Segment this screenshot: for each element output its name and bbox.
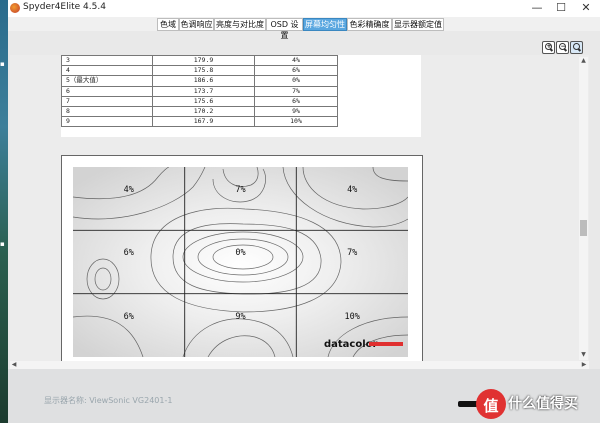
deviation-cell: 0%	[254, 75, 338, 87]
table-row: 5（最大值） 186.6 0%	[61, 75, 338, 87]
title-bar[interactable]: Spyder4Elite 4.5.4 — ☐ ✕	[8, 0, 600, 18]
tab-color-accuracy[interactable]: 色彩精确度	[347, 18, 392, 31]
vertical-scrollbar[interactable]: ▲ ▼	[579, 57, 588, 360]
app-window: Spyder4Elite 4.5.4 — ☐ ✕ 色域 色调响应 亮度与对比度 …	[8, 0, 600, 423]
table-row: 9 167.9 10%	[61, 116, 338, 128]
scroll-up-icon[interactable]: ▲	[579, 57, 588, 64]
report-viewer[interactable]: 3 179.9 4% 4 175.8 6% 5（最大值） 186.6 0% 6 173.7 7% 7 17…	[10, 55, 589, 361]
zoom-in-button[interactable]: +	[542, 41, 555, 54]
zone-6-value: 7%	[347, 248, 357, 258]
watermark-text: 什么值得买	[508, 396, 578, 412]
tab-screen-uniformity[interactable]: 屏幕均匀性	[303, 18, 347, 31]
table-row: 7 175.6 6%	[61, 95, 338, 107]
zone-number-cell: 4	[61, 65, 153, 77]
horizontal-scrollbar[interactable]: ◀ ▶	[10, 361, 589, 369]
scroll-thumb[interactable]	[580, 220, 587, 236]
scroll-down-icon[interactable]: ▼	[579, 351, 588, 358]
zoom-fit-button[interactable]	[570, 41, 583, 54]
monitor-name-label: 显示器名称: ViewSonic VG2401-1	[44, 396, 173, 405]
zone-number-cell: 5（最大值）	[61, 75, 153, 87]
zone-number-cell: 6	[61, 85, 153, 97]
deviation-cell: 6%	[254, 65, 338, 77]
luminance-cell: 179.9	[152, 55, 255, 67]
zone-number-cell: 8	[61, 105, 153, 118]
zone-number-cell: 3	[61, 55, 153, 67]
tab-gamut[interactable]: 色域	[157, 18, 179, 31]
luminance-cell: 175.8	[152, 65, 255, 77]
tab-monitor-rating[interactable]: 显示器额定值	[392, 18, 444, 31]
desktop-icon[interactable]: ▪	[0, 60, 8, 68]
tab-tone-response[interactable]: 色调响应	[179, 18, 214, 31]
zone-5-value: 0%	[235, 248, 245, 258]
zone-number-cell: 7	[61, 95, 153, 107]
scroll-right-icon[interactable]: ▶	[580, 361, 588, 368]
minimize-button[interactable]: —	[525, 0, 549, 17]
datacolor-logo-bar	[369, 342, 403, 346]
zone-1-value: 4%	[124, 185, 134, 195]
report-page: 3 179.9 4% 4 175.8 6% 5（最大值） 186.6 0% 6 173.7 7% 7 17…	[61, 55, 421, 137]
close-button[interactable]: ✕	[574, 0, 598, 17]
luminance-cell: 170.2	[152, 105, 255, 118]
watermark-logo: 值	[476, 389, 506, 419]
deviation-cell: 9%	[254, 105, 338, 118]
deviation-cell: 6%	[254, 95, 338, 107]
scroll-left-icon[interactable]: ◀	[10, 361, 18, 368]
luminance-cell: 173.7	[152, 85, 255, 97]
footer-bar: 显示器名称: ViewSonic VG2401-1 值 什么值得买	[8, 369, 600, 423]
maximize-button[interactable]: ☐	[549, 0, 573, 17]
desktop-icon[interactable]: ▪	[0, 240, 8, 248]
zoom-out-button[interactable]: −	[556, 41, 569, 54]
table-row: 6 173.7 7%	[61, 85, 338, 97]
tab-osd-settings[interactable]: OSD 设置	[266, 18, 303, 40]
table-row: 4 175.8 6%	[61, 65, 338, 77]
uniformity-contour-map: 4% 7% 4% 6% 0% 7% 6% 9% 10% datacolor	[73, 167, 408, 357]
table-row: 8 170.2 9%	[61, 105, 338, 118]
table-row: 3 179.9 4%	[61, 55, 338, 67]
zone-8-value: 9%	[235, 312, 245, 322]
deviation-cell: 10%	[254, 116, 338, 128]
luminance-cell: 186.6	[152, 75, 255, 87]
zone-9-value: 10%	[345, 312, 360, 322]
zone-3-value: 4%	[347, 185, 357, 195]
zone-number-cell: 9	[61, 116, 153, 128]
luminance-cell: 167.9	[152, 116, 255, 128]
zone-2-value: 7%	[235, 185, 245, 195]
deviation-cell: 4%	[254, 55, 338, 67]
desktop-strip: ▪ ▪	[0, 0, 8, 423]
uniformity-figure: 4% 7% 4% 6% 0% 7% 6% 9% 10% datacolor	[61, 155, 423, 361]
app-logo-icon	[10, 3, 20, 13]
tab-bar: 色域 色调响应 亮度与对比度 OSD 设置 屏幕均匀性 色彩精确度 显示器额定值	[8, 17, 600, 40]
deviation-cell: 7%	[254, 85, 338, 97]
uniformity-table: 3 179.9 4% 4 175.8 6% 5（最大值） 186.6 0% 6 173.7 7% 7 17…	[61, 55, 338, 128]
tab-brightness-contrast[interactable]: 亮度与对比度	[214, 18, 266, 31]
zone-4-value: 6%	[124, 248, 134, 258]
zone-7-value: 6%	[124, 312, 134, 322]
window-title: Spyder4Elite 4.5.4	[23, 2, 106, 12]
luminance-cell: 175.6	[152, 95, 255, 107]
